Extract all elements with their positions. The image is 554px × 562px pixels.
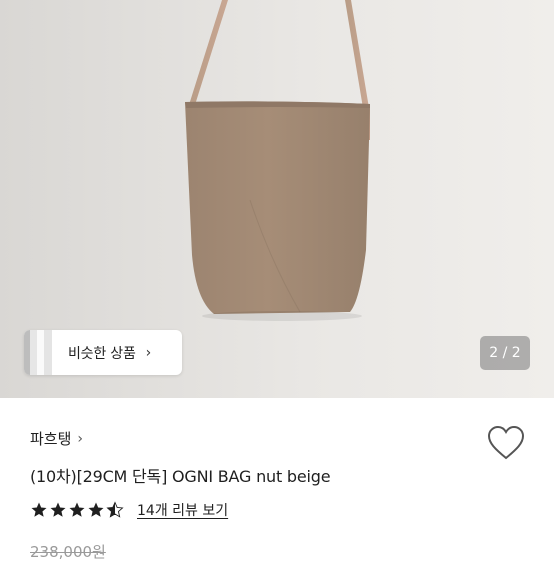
similar-products-thumbnail xyxy=(24,330,52,375)
chevron-right-icon: › xyxy=(77,430,84,447)
heart-icon[interactable] xyxy=(487,425,525,461)
chevron-right-icon: › xyxy=(145,344,152,361)
review-link[interactable]: 14개 리뷰 보기 xyxy=(137,500,228,520)
star-icon xyxy=(31,502,47,517)
similar-products-button[interactable]: 비슷한 상품 › xyxy=(24,330,182,375)
star-rating xyxy=(30,501,125,519)
star-half-icon xyxy=(106,501,124,518)
product-title: (10차)[29CM 단독] OGNI BAG nut beige xyxy=(30,467,331,486)
original-price: 238,000원 xyxy=(30,543,106,561)
image-page-indicator: 2 / 2 xyxy=(480,336,530,370)
product-image-carousel[interactable]: 비슷한 상품 › 2 / 2 xyxy=(0,0,554,398)
star-icon xyxy=(88,502,104,517)
star-icon xyxy=(69,502,85,517)
star-icon xyxy=(50,502,66,517)
seller-name: 파흐탱 xyxy=(30,430,72,448)
rating-row: 14개 리뷰 보기 xyxy=(30,500,228,520)
seller-link[interactable]: 파흐탱 › xyxy=(30,428,83,449)
similar-products-label: 비슷한 상품 xyxy=(68,345,136,362)
